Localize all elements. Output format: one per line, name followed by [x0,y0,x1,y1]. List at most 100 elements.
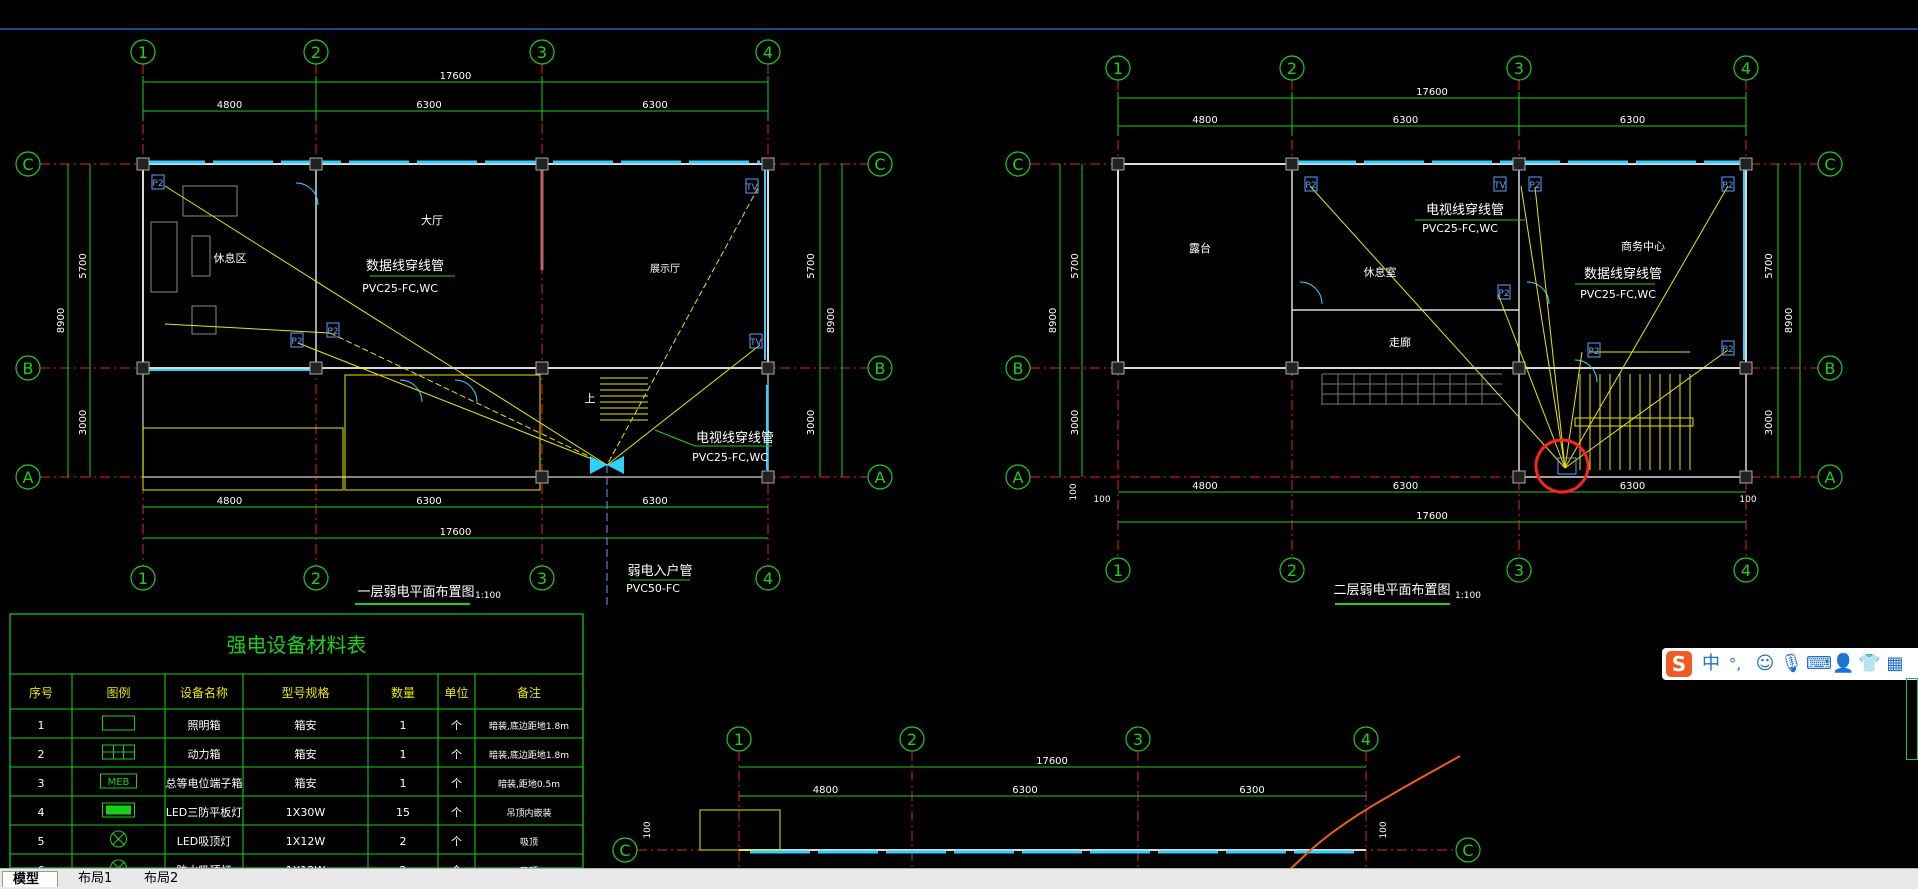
armchair [191,305,217,335]
plan2-room-rest: 休息室 [1364,265,1397,279]
plan1-data-pipe-spec: PVC25-FC,WC [362,282,438,295]
tab-model[interactable]: 模型 [2,871,58,887]
axis-bottom-3-label: 3 [1514,561,1524,580]
keyboard-icon[interactable]: ⌨ [1806,652,1832,676]
plan3-axis-top-1-label: 1 [734,730,744,749]
table-cell: 1 [38,719,45,732]
dim-total-top: 17600 [1416,87,1448,98]
wire-run [329,332,608,466]
plan2-data-pipe-label: 数据线穿线管 [1584,266,1662,282]
ime-toolbar[interactable]: S 中 °, ☺ 🎙 ⌨ 👤 👕 ▦ [1662,648,1918,680]
plan1-ramp [142,427,344,491]
table-cell: 4 [38,806,45,819]
wire-run [1534,186,1566,469]
axis-top-3-label: 3 [537,43,547,62]
column [535,361,549,375]
axis-right-C-label: C [874,155,885,174]
dim-span-top: 4800 [1192,115,1217,126]
outlet-label: P2 [1498,289,1509,299]
dim-right-span2: 3000 [1764,410,1775,435]
dim-total-bottom: 17600 [1416,511,1448,522]
tab-layout2[interactable]: 布局2 [134,871,200,887]
outlet-label: TV [745,183,758,193]
plan3-canopy [699,809,781,851]
table-cell: 5 [38,835,45,848]
table-cell: 1X12W [286,835,326,848]
table-cell: 1 [400,748,407,761]
vertical-scroll-indicator[interactable] [1906,678,1918,760]
plan1-porch [344,374,541,491]
dim-span-bottom: 6300 [642,496,667,507]
column [309,361,323,375]
emoji-icon[interactable]: ☺ [1754,652,1776,676]
axis-top-4-label: 4 [763,43,773,62]
coffee-table [191,235,211,277]
dim-span-top: 6300 [642,100,667,111]
grid-icon[interactable]: ▦ [1884,652,1906,676]
plan1-entry-spec: PVC50-FC [626,582,680,595]
plan2-data-pipe-spec: PVC25-FC,WC [1580,288,1656,301]
axis-bottom-4-label: 4 [1741,561,1751,580]
wire-run [606,187,759,466]
sogou-logo-icon[interactable]: S [1666,651,1692,677]
table-header: 型号规格 [281,685,329,700]
table-header: 备注 [517,685,541,700]
dim-left-total: 8900 [56,308,67,333]
table-title: 强电设备材料表 [227,633,367,657]
axis-left-C-label: C [1012,155,1023,174]
tab-layout1[interactable]: 布局1 [68,871,134,887]
dim-span-top: 6300 [1393,115,1418,126]
door-swing [454,379,478,403]
dim-right-total: 8900 [1784,308,1795,333]
axis-bottom-2-label: 2 [311,569,321,588]
dim-span-top: 4800 [217,100,242,111]
axis-bottom-3-label: 3 [537,569,547,588]
sofa-left [150,221,178,293]
plan2-title: 二层弱电平面布置图 [1333,583,1450,598]
ime-mode-toggle[interactable]: 中 [1700,652,1722,676]
cad-drawing-canvas[interactable]: 1 1 2 2 3 3 4 4 C C B B A A 17600 4800 6300 6300 17600 4800… [0,0,1918,888]
ime-punct-toggle[interactable]: °, [1724,652,1746,676]
dim-left-span2: 3000 [78,410,89,435]
column [1111,361,1125,375]
user-icon[interactable]: 👤 [1832,652,1854,676]
door-swing [295,182,319,206]
table-cell: 3 [38,777,45,790]
door-swing [1299,281,1323,305]
dim-small: 100 [1379,821,1389,838]
outlet-label: TV [1493,181,1506,191]
column [1739,470,1753,484]
plan2-room-terrace: 露台 [1189,241,1211,255]
axis-top-1-label: 1 [1113,59,1123,78]
plan3-axis-left-label: C [619,841,630,860]
table-cell: 照明箱 [188,718,221,732]
table-cell: 吊顶内嵌装 [506,807,551,819]
table-header: 数量 [391,685,415,700]
axis-bottom-2-label: 2 [1287,561,1297,580]
skin-icon[interactable]: 👕 [1858,652,1880,676]
column [535,157,549,171]
plan3-axis-top-4-label: 4 [1361,730,1371,749]
plan1-room-hall: 大厅 [421,213,443,227]
table-header: 单位 [444,685,468,700]
dim-left-span1: 5700 [1070,253,1081,278]
table-cell: 2 [38,748,45,761]
table-cell: 吸顶 [520,837,538,848]
dim-span-bottom: 6300 [416,496,441,507]
dim-span-bottom: 6300 [1393,481,1418,492]
table-cell: 个 [451,719,462,732]
mic-icon[interactable]: 🎙 [1780,652,1803,676]
column [761,470,775,484]
plan2-tv-pipe-spec: PVC25-FC,WC [1422,222,1498,235]
column [136,361,150,375]
axis-right-B-label: B [875,359,886,378]
outlet-label: P2 [327,327,338,337]
column [1512,361,1526,375]
column [136,157,150,171]
dim-small: 100 [643,821,653,838]
plan2-room-corridor: 走廊 [1389,335,1411,349]
plan2-upper-walls [1117,163,1747,369]
table-cell: 暗装,底边距地1.8m [489,720,569,732]
dim-right-span1: 5700 [1764,253,1775,278]
plan2-hatch [1321,373,1502,405]
